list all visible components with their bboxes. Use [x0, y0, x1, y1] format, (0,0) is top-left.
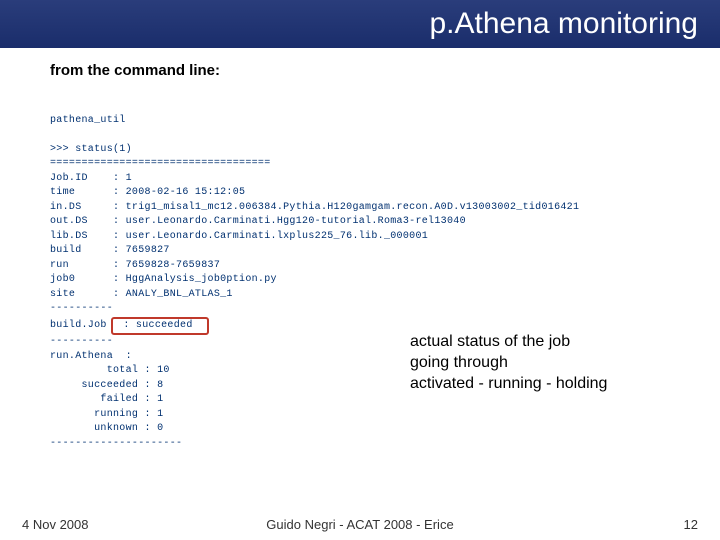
footer-center: Guido Negri - ACAT 2008 - Erice — [0, 517, 720, 532]
page-title: p.Athena monitoring — [429, 7, 698, 41]
field-run: run : 7659828-7659837 — [50, 260, 220, 271]
count-failed: failed : 1 — [50, 394, 163, 405]
separator: =================================== — [50, 158, 271, 169]
count-succeeded: succeeded : 8 — [50, 380, 163, 391]
dash-line: ---------- — [50, 336, 113, 347]
subtitle: from the command line: — [50, 62, 720, 79]
field-time: time : 2008-02-16 15:12:05 — [50, 187, 245, 198]
prompt-line: >>> status(1) — [50, 144, 132, 155]
field-job0: job0 : HggAnalysis_job0ption.py — [50, 274, 277, 285]
code-block: pathena_util >>> status(1) =============… — [50, 99, 720, 451]
field-build: build : 7659827 — [50, 245, 170, 256]
runathena-line: run.Athena : — [50, 351, 132, 362]
annotation-line: actual status of the job — [410, 332, 700, 353]
annotation-line: activated - running - holding — [410, 374, 700, 395]
field-site: site : ANALY_BNL_ATLAS_1 — [50, 289, 233, 300]
count-total: total : 10 — [50, 365, 170, 376]
field-outds: out.DS : user.Leonardo.Carminati.Hgg120-… — [50, 216, 466, 227]
annotation-line: going through — [410, 353, 700, 374]
field-jobid: Job.ID : 1 — [50, 173, 132, 184]
dash-line: ---------- — [50, 303, 113, 314]
field-libds: lib.DS : user.Leonardo.Carminati.lxplus2… — [50, 231, 428, 242]
footer-date: 4 Nov 2008 — [22, 517, 89, 532]
annotation-text: actual status of the job going through a… — [410, 332, 700, 394]
count-running: running : 1 — [50, 409, 163, 420]
buildjob-label: build.Job — [50, 320, 113, 331]
footer-page: 12 — [684, 517, 698, 532]
count-unknown: unknown : 0 — [50, 423, 163, 434]
cmd-line: pathena_util — [50, 115, 126, 126]
dash-line: --------------------- — [50, 438, 182, 449]
footer: 4 Nov 2008 Guido Negri - ACAT 2008 - Eri… — [0, 517, 720, 532]
highlighted-status: : succeeded — [111, 317, 209, 336]
field-inds: in.DS : trig1_misal1_mc12.006384.Pythia.… — [50, 202, 579, 213]
title-bar: p.Athena monitoring — [0, 0, 720, 48]
